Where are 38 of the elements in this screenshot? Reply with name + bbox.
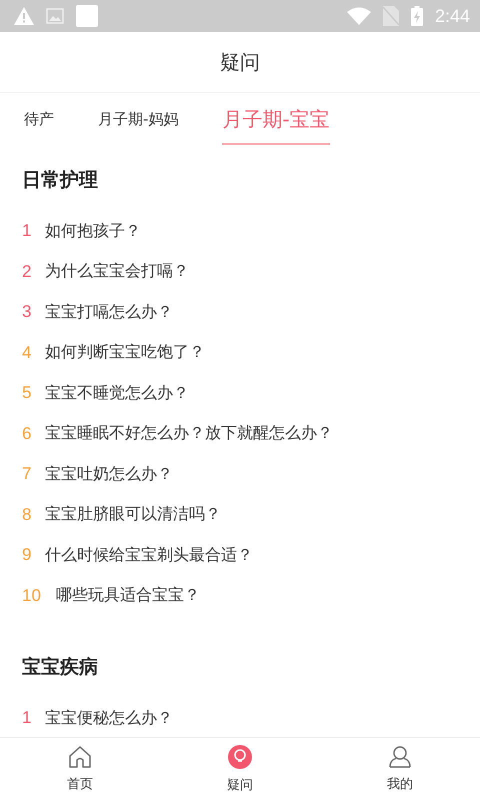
- item-number: 6: [22, 424, 32, 444]
- item-number: 7: [22, 464, 32, 484]
- question-link[interactable]: 宝宝睡眠不好怎么办？放下就醒怎么办？: [45, 423, 333, 444]
- item-number: 9: [22, 545, 32, 566]
- item-number: 2: [22, 262, 32, 282]
- nav-tab[interactable]: 首页: [0, 738, 160, 800]
- nav-tab[interactable]: 疑问: [160, 738, 320, 800]
- question-link[interactable]: 哪些玩具适合宝宝？: [56, 585, 200, 606]
- lightbulb-icon: [228, 744, 252, 768]
- section-title: 日常护理: [22, 168, 99, 193]
- home-icon: [68, 746, 92, 768]
- question-link[interactable]: 如何抱孩子？: [45, 220, 141, 242]
- section-title: 宝宝疾病: [22, 655, 99, 680]
- warning-icon: [14, 7, 34, 25]
- image-icon: [46, 8, 64, 24]
- question-link[interactable]: 什么时候给宝宝剃头最合适？: [45, 544, 253, 566]
- question-link[interactable]: 宝宝肚脐眼可以清洁吗？: [45, 504, 221, 526]
- item-number: 8: [22, 504, 32, 525]
- item-number: 1: [22, 221, 32, 242]
- question-link[interactable]: 宝宝打嗝怎么办？: [45, 302, 173, 323]
- item-number: 1: [22, 708, 32, 728]
- question-link[interactable]: 如何判断宝宝吃饱了？: [45, 342, 205, 364]
- item-number: 5: [22, 383, 32, 404]
- wifi-icon: [346, 7, 371, 25]
- question-link[interactable]: 宝宝吐奶怎么办？: [45, 464, 173, 485]
- question-link[interactable]: 为什么宝宝会打嗝？: [45, 261, 189, 282]
- page-title: 疑问: [220, 48, 260, 76]
- tab[interactable]: 待产: [24, 110, 54, 145]
- nav-tab[interactable]: 我的: [320, 738, 480, 800]
- tab[interactable]: 月子期-妈妈: [98, 110, 178, 145]
- item-number: 10: [22, 586, 42, 606]
- square-icon: [76, 5, 98, 27]
- battery-icon: [410, 6, 423, 26]
- item-number: 3: [22, 302, 32, 322]
- question-link[interactable]: 宝宝不睡觉怎么办？: [45, 382, 189, 404]
- item-number: 4: [22, 342, 32, 363]
- person-icon: [389, 746, 411, 768]
- question-link[interactable]: 宝宝便秘怎么办？: [45, 708, 173, 729]
